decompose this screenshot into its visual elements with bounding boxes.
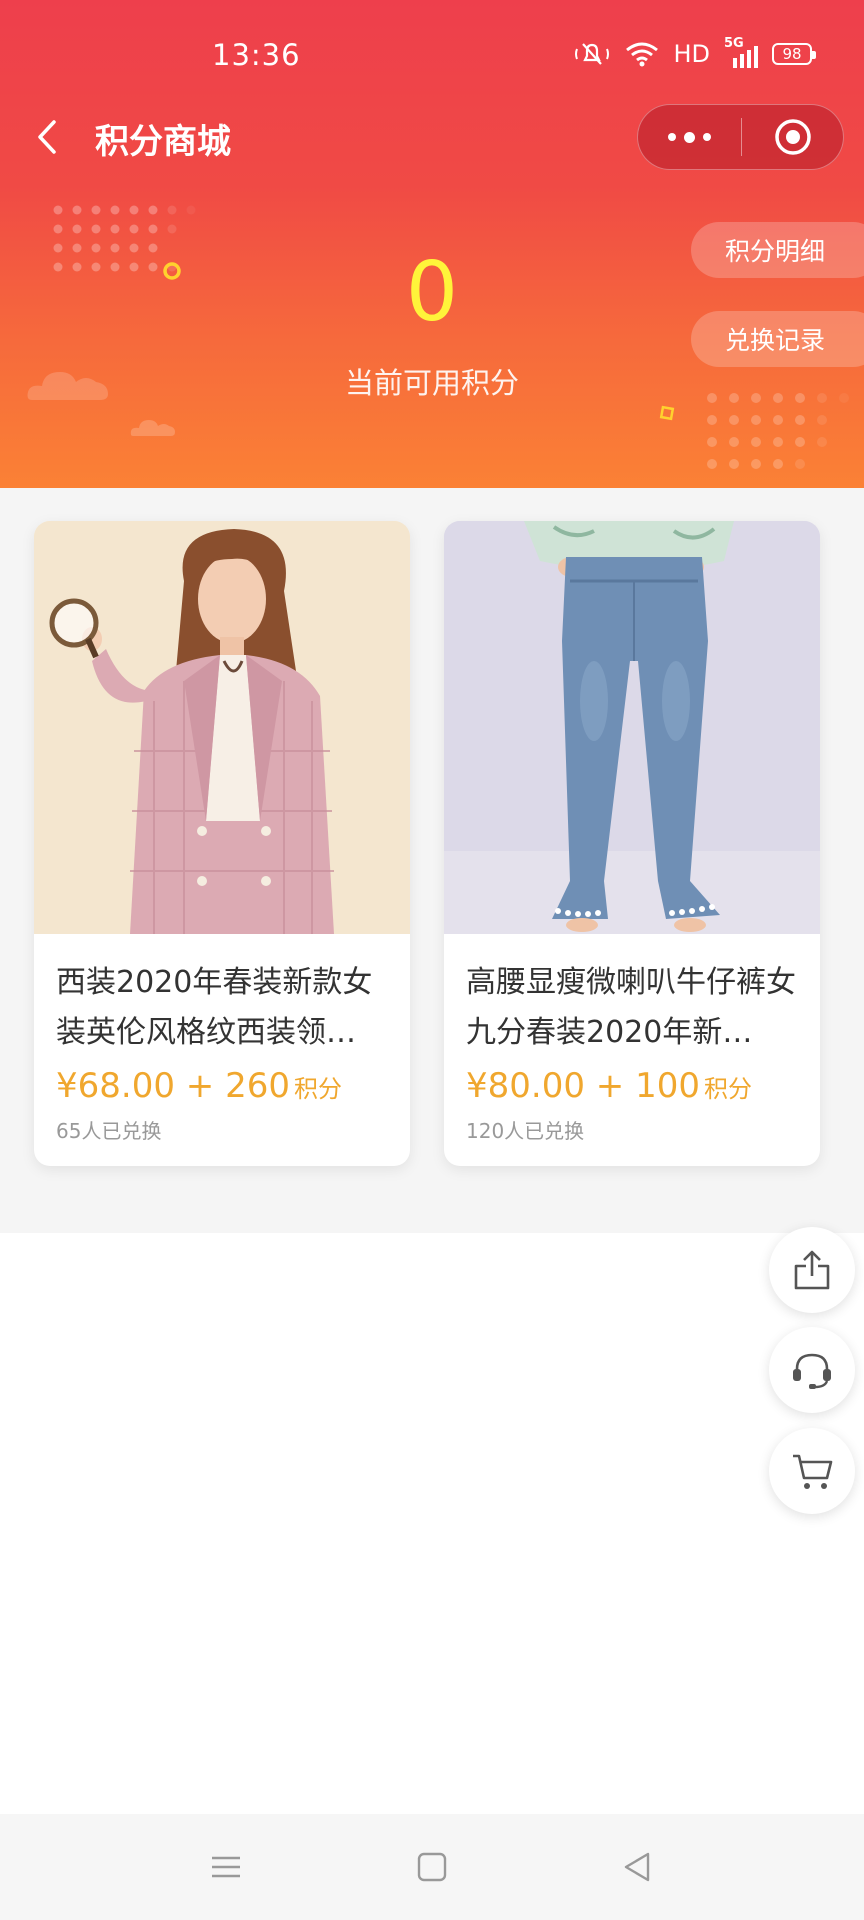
back-button[interactable]	[30, 112, 70, 162]
status-time: 13:36	[212, 38, 301, 72]
close-miniprogram-button[interactable]	[742, 105, 843, 169]
product-info: 西装2020年春装新款女装英伦风格纹西装领… ¥68.00 + 260 积分 65…	[34, 934, 410, 1144]
more-dot-icon	[684, 131, 695, 143]
cart-button[interactable]	[769, 1428, 855, 1514]
points-unit: 积分	[703, 1075, 752, 1103]
exchange-count: 120人已兑换	[466, 1119, 585, 1143]
wifi-icon	[626, 42, 659, 67]
share-icon	[794, 1250, 830, 1290]
product-grid: 西装2020年春装新款女装英伦风格纹西装领… ¥68.00 + 260 积分 65…	[0, 488, 864, 1233]
product-name: 西装2020年春装新款女装英伦风格纹西装领…	[56, 965, 373, 1050]
woman-in-plaid-blazer-photo	[34, 521, 410, 934]
product-card[interactable]: 西装2020年春装新款女装英伦风格纹西装领… ¥68.00 + 260 积分 65…	[34, 521, 410, 1166]
more-dot-icon	[668, 133, 676, 141]
product-card[interactable]: 高腰显瘦微喇叭牛仔裤女九分春装2020年新… ¥80.00 + 100 积分 12…	[444, 521, 820, 1166]
menu-icon	[212, 1856, 240, 1878]
more-button[interactable]	[638, 105, 741, 169]
battery-level: 98	[782, 45, 802, 63]
diamond-decoration	[659, 405, 675, 421]
product-image	[444, 521, 820, 934]
page-title: 积分商城	[95, 122, 231, 162]
signal-bars-icon	[733, 46, 758, 68]
recent-apps-button[interactable]	[201, 1842, 251, 1892]
jeans-model-photo	[444, 521, 820, 934]
more-dot-icon	[703, 133, 711, 141]
dot-grid-decoration-right	[707, 393, 849, 469]
network-hd-label: HD	[673, 40, 710, 68]
points-unit: 积分	[293, 1075, 342, 1103]
cloud-decoration-small	[130, 420, 175, 436]
status-bar: 13:36 HD 5G 98	[0, 0, 864, 110]
product-name: 高腰显瘦微喇叭牛仔裤女九分春装2020年新…	[466, 965, 796, 1050]
product-info: 高腰显瘦微喇叭牛仔裤女九分春装2020年新… ¥80.00 + 100 积分 12…	[444, 934, 820, 1144]
share-button[interactable]	[769, 1227, 855, 1313]
product-price: ¥80.00 + 100 积分	[466, 1062, 798, 1113]
mute-bell-icon	[575, 43, 610, 65]
customer-service-headset-icon	[793, 1353, 831, 1389]
system-navigation-bar	[0, 1814, 864, 1920]
miniprogram-capsule	[637, 104, 844, 170]
chevron-left-icon	[38, 120, 56, 154]
status-icons: HD 5G 98	[573, 36, 816, 68]
home-square-icon	[417, 1852, 447, 1882]
customer-service-button[interactable]	[769, 1327, 855, 1413]
system-back-button[interactable]	[612, 1842, 662, 1892]
price-amount: ¥68.00 + 260	[56, 1066, 290, 1106]
price-amount: ¥80.00 + 100	[466, 1066, 700, 1106]
product-price: ¥68.00 + 260 积分	[56, 1062, 388, 1113]
points-header: 13:36 HD 5G 98 积分商城 积分明细 兑换记录 0 当前可用积分	[0, 0, 864, 488]
product-image	[34, 521, 410, 934]
exchange-count: 65人已兑换	[56, 1119, 162, 1143]
back-triangle-icon	[624, 1852, 650, 1882]
battery-icon: 98	[772, 43, 816, 65]
points-value: 0	[405, 245, 459, 340]
home-button[interactable]	[407, 1842, 457, 1892]
cart-icon	[793, 1454, 833, 1489]
signal-5g-indicator: 5G	[724, 36, 758, 68]
target-circle-icon	[774, 119, 811, 155]
points-label: 当前可用积分	[344, 366, 519, 400]
